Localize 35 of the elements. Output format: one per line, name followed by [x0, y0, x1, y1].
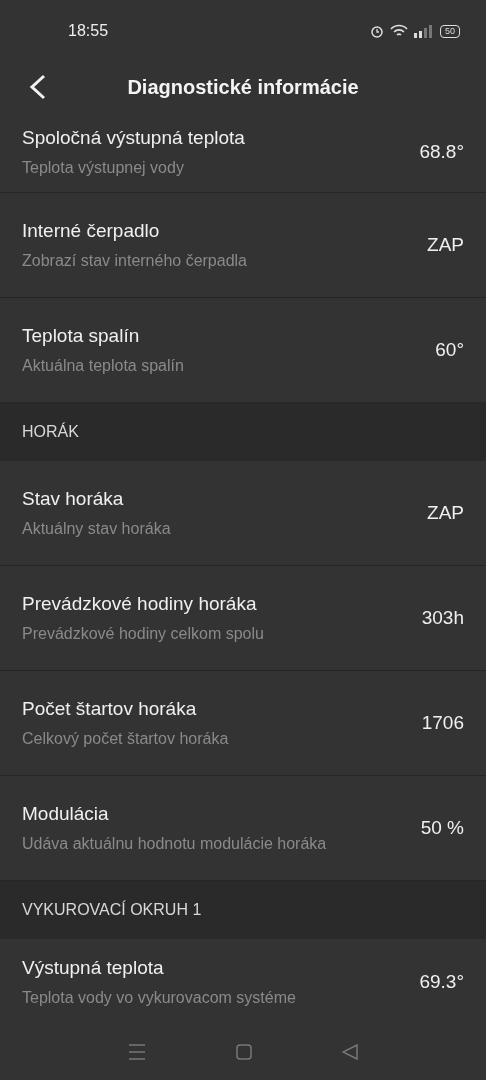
back-icon[interactable]: [342, 1043, 358, 1060]
status-time: 18:55: [68, 22, 109, 40]
row-value: 69.3°: [419, 970, 464, 993]
battery-icon: 50: [440, 24, 460, 38]
menu-icon[interactable]: [128, 1043, 146, 1060]
row-title: Prevádzkové hodiny horáka: [22, 593, 258, 615]
row-value: 303h: [421, 607, 464, 629]
row-subtitle: Aktuálna teplota spalín: [22, 357, 185, 375]
row-value: 68.8°: [419, 141, 464, 163]
row-title: Modulácia: [22, 803, 110, 825]
row-subtitle: Udáva aktuálnu hodnotu modulácie horáka: [22, 835, 328, 853]
home-icon[interactable]: [236, 1043, 252, 1060]
section-header: VYKUROVACÍ OKRUH 1: [0, 881, 486, 939]
row-value: ZAP: [427, 502, 464, 524]
row-value: ZAP: [427, 234, 464, 256]
wifi-icon: [390, 24, 408, 38]
row-subtitle: Prevádzkové hodiny celkom spolu: [22, 625, 265, 643]
row-title: Stav horáka: [22, 488, 125, 510]
row-subtitle: Teplota výstupnej vody: [22, 159, 185, 177]
row-title: Spoločná výstupná teplota: [22, 127, 246, 149]
screen-title: Diagnostické informácie: [127, 75, 359, 99]
row-title: Teplota spalín: [22, 325, 141, 347]
row-title: Interné čerpadlo: [22, 220, 161, 242]
row-value: 1706: [421, 712, 464, 734]
row-subtitle: Celkový počet štartov horáka: [22, 730, 230, 748]
row-subtitle: Teplota vody vo vykurovacom systéme: [22, 988, 297, 1007]
section-header: HORÁK: [0, 403, 486, 461]
row-title: Počet štartov horáka: [22, 698, 198, 720]
row-value: 60°: [435, 339, 464, 361]
row-subtitle: Zobrazí stav interného čerpadla: [22, 252, 248, 270]
row-value: 50 %: [420, 817, 464, 839]
row-subtitle: Aktuálny stav horáka: [22, 520, 172, 538]
signal-icon: [414, 24, 434, 38]
alarm-icon: [370, 24, 384, 38]
row-title: Výstupná teplota: [22, 956, 165, 979]
